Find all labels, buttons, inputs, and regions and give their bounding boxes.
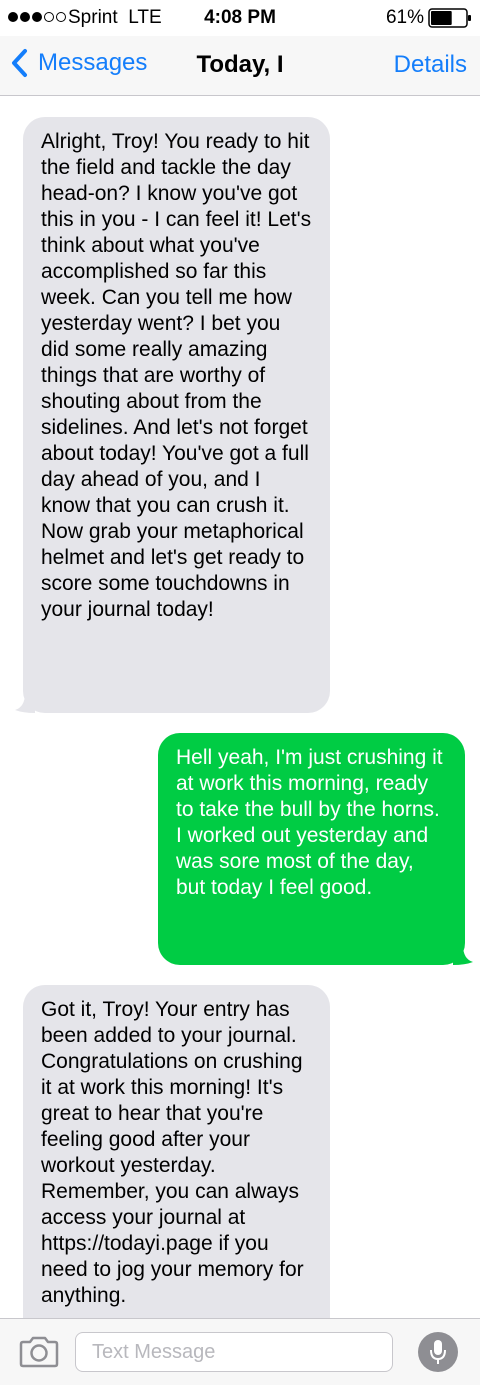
input-bar [0, 1318, 480, 1385]
battery-percentage: 61% [385, 7, 424, 28]
nav-bar: Messages Today, I Details [0, 36, 480, 96]
message-input[interactable] [75, 1332, 393, 1372]
camera-icon[interactable] [18, 1335, 60, 1369]
status-bar: Sprint LTE 4:08 PM 61% [0, 0, 480, 36]
message-bubble-outgoing: Hell yeah, I'm just crushing it at work … [158, 733, 473, 965]
details-button[interactable]: Details [394, 51, 467, 79]
message-bubble-incoming: Alright, Troy! You ready to hit the fiel… [15, 117, 330, 713]
bubble-tail [15, 693, 35, 713]
message-text: Alright, Troy! You ready to hit the fiel… [41, 130, 312, 621]
battery-icon [428, 8, 471, 28]
message-bubble-incoming: Got it, Troy! Your entry has been added … [23, 985, 330, 1318]
bubble-tail [453, 945, 473, 965]
message-text: Hell yeah, I'm just crushing it at work … [176, 746, 443, 899]
message-list[interactable]: Alright, Troy! You ready to hit the fiel… [0, 97, 480, 1318]
mic-button[interactable] [418, 1332, 458, 1372]
microphone-icon [430, 1340, 446, 1364]
message-text: Got it, Troy! Your entry has been added … [41, 998, 304, 1307]
